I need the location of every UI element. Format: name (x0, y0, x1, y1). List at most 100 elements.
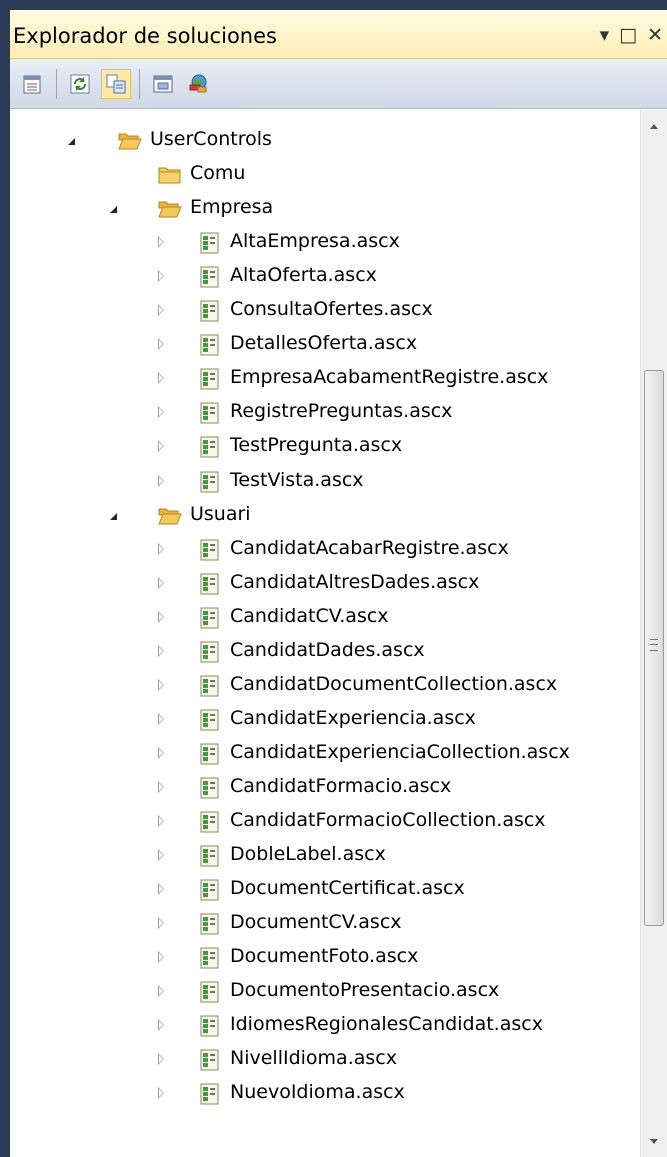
file-tree-item[interactable]: DocumentFoto.ascx (10, 941, 640, 975)
user-control-file-icon (200, 641, 219, 663)
collapsed-arrow-icon[interactable] (158, 576, 164, 589)
collapsed-arrow-icon[interactable] (158, 644, 164, 657)
show-all-files-button[interactable] (101, 68, 131, 99)
vertical-scrollbar[interactable] (640, 110, 667, 1157)
collapsed-arrow-icon[interactable] (158, 815, 164, 827)
properties-button[interactable] (18, 69, 48, 99)
collapsed-arrow-icon[interactable] (158, 917, 164, 930)
collapsed-arrow-icon[interactable] (158, 712, 164, 725)
file-tree-item[interactable]: CandidatDocumentCollection.ascx (10, 669, 640, 703)
user-control-file-icon (200, 777, 219, 799)
file-tree-item[interactable]: CandidatDades.ascx (10, 635, 640, 669)
tree-item-label: RegistrePreguntas.ascx (230, 400, 453, 423)
file-tree-item[interactable]: EmpresaAcabamentRegistre.ascx (10, 362, 640, 396)
collapsed-arrow-icon[interactable] (158, 338, 164, 351)
file-tree-item[interactable]: TestPregunta.ascx (10, 430, 640, 464)
expanded-arrow-icon[interactable] (110, 206, 117, 214)
title-bar[interactable]: Explorador de soluciones ▾ □ ✕ (10, 10, 667, 59)
tree-item-label: CandidatFormacio.ascx (230, 774, 452, 797)
user-control-file-icon (200, 266, 219, 288)
view-designer-icon (153, 75, 173, 92)
collapsed-arrow-icon[interactable] (158, 440, 164, 453)
file-tree-item[interactable]: CandidatFormacioCollection.ascx (10, 805, 640, 839)
collapsed-arrow-icon[interactable] (158, 985, 164, 998)
tree-item-label: IdiomesRegionalesCandidat.ascx (230, 1013, 543, 1036)
file-tree-item[interactable]: CandidatCV.ascx (10, 601, 640, 635)
user-control-file-icon (200, 368, 219, 390)
collapsed-arrow-icon[interactable] (158, 372, 164, 385)
expanded-arrow-icon[interactable] (110, 512, 117, 520)
web-config-icon (189, 74, 207, 92)
collapsed-arrow-icon[interactable] (158, 780, 164, 793)
file-tree-item[interactable]: CandidatExperiencia.ascx (10, 703, 640, 737)
folder-tree-item[interactable]: UserControls (10, 124, 640, 158)
user-control-file-icon (200, 1083, 219, 1105)
collapsed-arrow-icon[interactable] (158, 1053, 164, 1066)
file-tree-item[interactable]: CandidatAltresDades.ascx (10, 567, 640, 601)
collapsed-arrow-icon[interactable] (158, 304, 164, 317)
user-control-file-icon (200, 743, 219, 765)
close-icon[interactable]: ✕ (647, 25, 663, 45)
user-control-file-icon (200, 436, 219, 458)
file-tree-item[interactable]: RegistrePreguntas.ascx (10, 396, 640, 430)
collapsed-arrow-icon[interactable] (158, 951, 164, 964)
refresh-button[interactable] (65, 69, 95, 99)
collapsed-arrow-icon[interactable] (158, 610, 164, 623)
collapsed-arrow-icon[interactable] (158, 474, 164, 487)
collapsed-arrow-icon[interactable] (158, 270, 164, 283)
dropdown-icon[interactable]: ▾ (600, 25, 610, 45)
file-tree-item[interactable]: DocumentCertificat.ascx (10, 873, 640, 907)
folder-tree-item[interactable]: Empresa (10, 192, 640, 226)
user-control-file-icon (200, 573, 219, 595)
tree-item-label: DetallesOferta.ascx (230, 332, 418, 355)
file-tree-item[interactable]: CandidatExperienciaCollection.ascx (10, 737, 640, 771)
collapsed-arrow-icon[interactable] (158, 746, 164, 759)
tree-item-label: Empresa (190, 196, 274, 219)
scroll-thumb[interactable] (644, 370, 664, 926)
folder-tree-item[interactable]: Comu (10, 158, 640, 192)
scroll-down-arrow[interactable] (641, 1127, 667, 1157)
properties-icon (23, 75, 41, 93)
view-designer-button[interactable] (148, 69, 178, 99)
file-tree-item[interactable]: ConsultaOfertes.ascx (10, 294, 640, 328)
file-tree-item[interactable]: NivellIdioma.ascx (10, 1043, 640, 1077)
file-tree-item[interactable]: DobleLabel.ascx (10, 839, 640, 873)
scroll-up-arrow[interactable] (641, 110, 667, 140)
user-control-file-icon (200, 471, 219, 492)
collapsed-arrow-icon[interactable] (158, 542, 164, 555)
expanded-arrow-icon[interactable] (68, 138, 75, 145)
web-config-button[interactable] (184, 69, 214, 99)
tree-item-label: Comu (190, 162, 246, 185)
file-tree-item[interactable]: CandidatFormacio.ascx (10, 771, 640, 805)
collapsed-arrow-icon[interactable] (158, 883, 164, 896)
user-control-file-icon (200, 845, 219, 867)
open-folder-icon (158, 508, 182, 525)
file-tree-item[interactable]: CandidatAcabarRegistre.ascx (10, 533, 640, 567)
user-control-file-icon (200, 879, 219, 901)
file-tree-item[interactable]: IdiomesRegionalesCandidat.ascx (10, 1009, 640, 1043)
tree-item-label: CandidatDades.ascx (230, 638, 425, 661)
file-tree-item[interactable]: DocumentCV.ascx (10, 907, 640, 941)
collapsed-arrow-icon[interactable] (158, 1087, 164, 1100)
user-control-file-icon (200, 232, 219, 254)
file-tree-item[interactable]: AltaOferta.ascx (10, 260, 640, 294)
collapsed-arrow-icon[interactable] (158, 406, 164, 419)
tree-item-label: DocumentFoto.ascx (230, 945, 419, 968)
tree-item-label: CandidatExperienciaCollection.ascx (230, 740, 570, 763)
toolbar-separator (56, 68, 57, 99)
file-tree-item[interactable]: TestVista.ascx (10, 465, 640, 499)
folder-tree-item[interactable]: Usuari (10, 499, 640, 533)
file-tree-item[interactable]: NuevoIdioma.ascx (10, 1077, 640, 1111)
file-tree-item[interactable]: AltaEmpresa.ascx (10, 226, 640, 260)
collapsed-arrow-icon[interactable] (158, 678, 164, 691)
refresh-icon (70, 74, 90, 93)
user-control-file-icon (200, 811, 219, 833)
collapsed-arrow-icon[interactable] (158, 236, 164, 249)
file-tree-item[interactable]: DocumentoPresentacio.ascx (10, 975, 640, 1009)
file-tree-item[interactable]: DetallesOferta.ascx (10, 328, 640, 362)
maximize-icon[interactable]: □ (619, 25, 637, 45)
collapsed-arrow-icon[interactable] (158, 849, 164, 862)
collapsed-arrow-icon[interactable] (158, 1019, 164, 1032)
tree-item-label: CandidatFormacioCollection.ascx (230, 809, 546, 831)
solution-tree[interactable]: UserControls Comu Empresa AltaEmpresa.ascx A… (10, 110, 640, 1157)
